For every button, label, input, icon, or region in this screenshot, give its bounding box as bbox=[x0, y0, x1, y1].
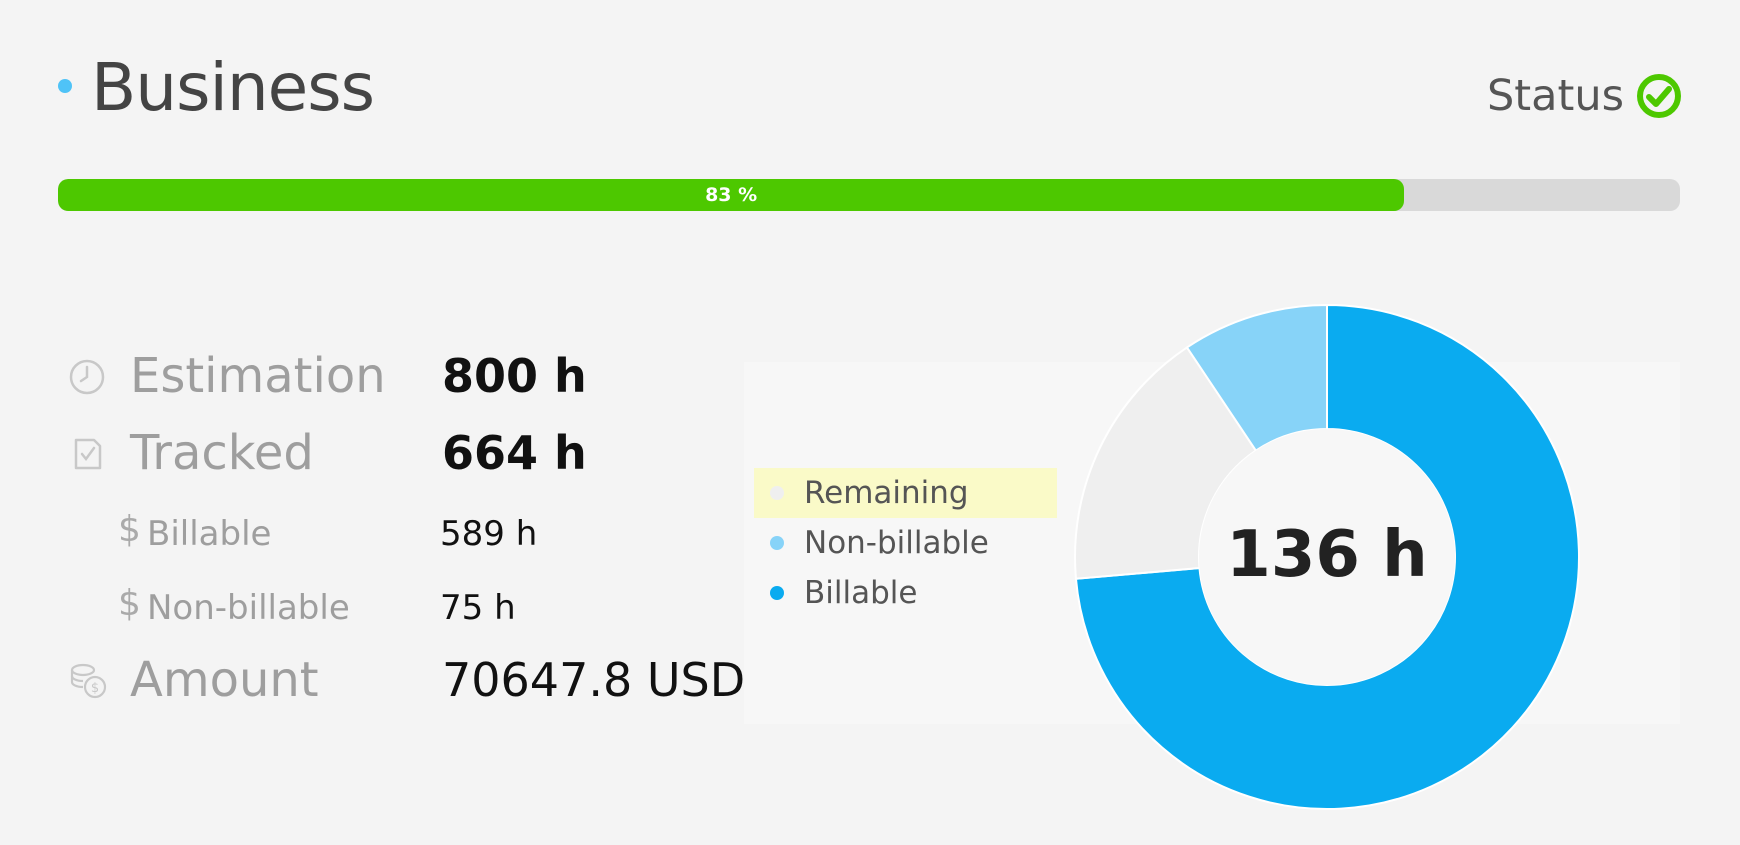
progress-label: 83 % bbox=[705, 184, 758, 206]
estimation-label: Estimation bbox=[130, 348, 386, 404]
page-title: Business bbox=[91, 49, 375, 126]
coins-icon: $ bbox=[70, 663, 107, 699]
billable-value: 589 h bbox=[440, 514, 538, 554]
legend-dot bbox=[770, 586, 784, 600]
check-circle-icon bbox=[1637, 74, 1681, 118]
legend-label: Billable bbox=[804, 575, 918, 611]
svg-text:$: $ bbox=[91, 681, 99, 696]
clock-icon bbox=[69, 359, 105, 395]
legend-item-remaining[interactable]: Remaining bbox=[754, 468, 1057, 518]
tracked-label: Tracked bbox=[130, 425, 314, 481]
nonbillable-label: Non-billable bbox=[147, 588, 350, 628]
dollar-icon: $ bbox=[118, 509, 141, 550]
legend-label: Non-billable bbox=[804, 525, 989, 561]
status-indicator: Status bbox=[1487, 68, 1682, 124]
amount-label: Amount bbox=[130, 652, 319, 708]
legend-label: Remaining bbox=[804, 475, 969, 511]
estimation-value: 800 h bbox=[442, 349, 587, 403]
status-label: Status bbox=[1486, 71, 1624, 121]
nonbillable-value: 75 h bbox=[440, 588, 516, 628]
amount-value: 70647.8 USD bbox=[442, 653, 746, 707]
chart-legend: Remaining Non-billable Billable bbox=[754, 468, 1057, 618]
donut-center-label: 136 h bbox=[1226, 518, 1428, 592]
tracked-value: 664 h bbox=[442, 426, 587, 480]
legend-item-billable[interactable]: Billable bbox=[754, 568, 1057, 618]
dollar-icon: $ bbox=[118, 583, 141, 624]
progress-bar: 83 % bbox=[58, 179, 1680, 211]
title-bullet bbox=[58, 79, 72, 93]
tracked-doc-icon bbox=[74, 438, 102, 470]
legend-dot bbox=[770, 536, 784, 550]
legend-item-nonbillable[interactable]: Non-billable bbox=[754, 518, 1057, 568]
billable-label: Billable bbox=[147, 514, 272, 554]
legend-dot bbox=[770, 486, 784, 500]
